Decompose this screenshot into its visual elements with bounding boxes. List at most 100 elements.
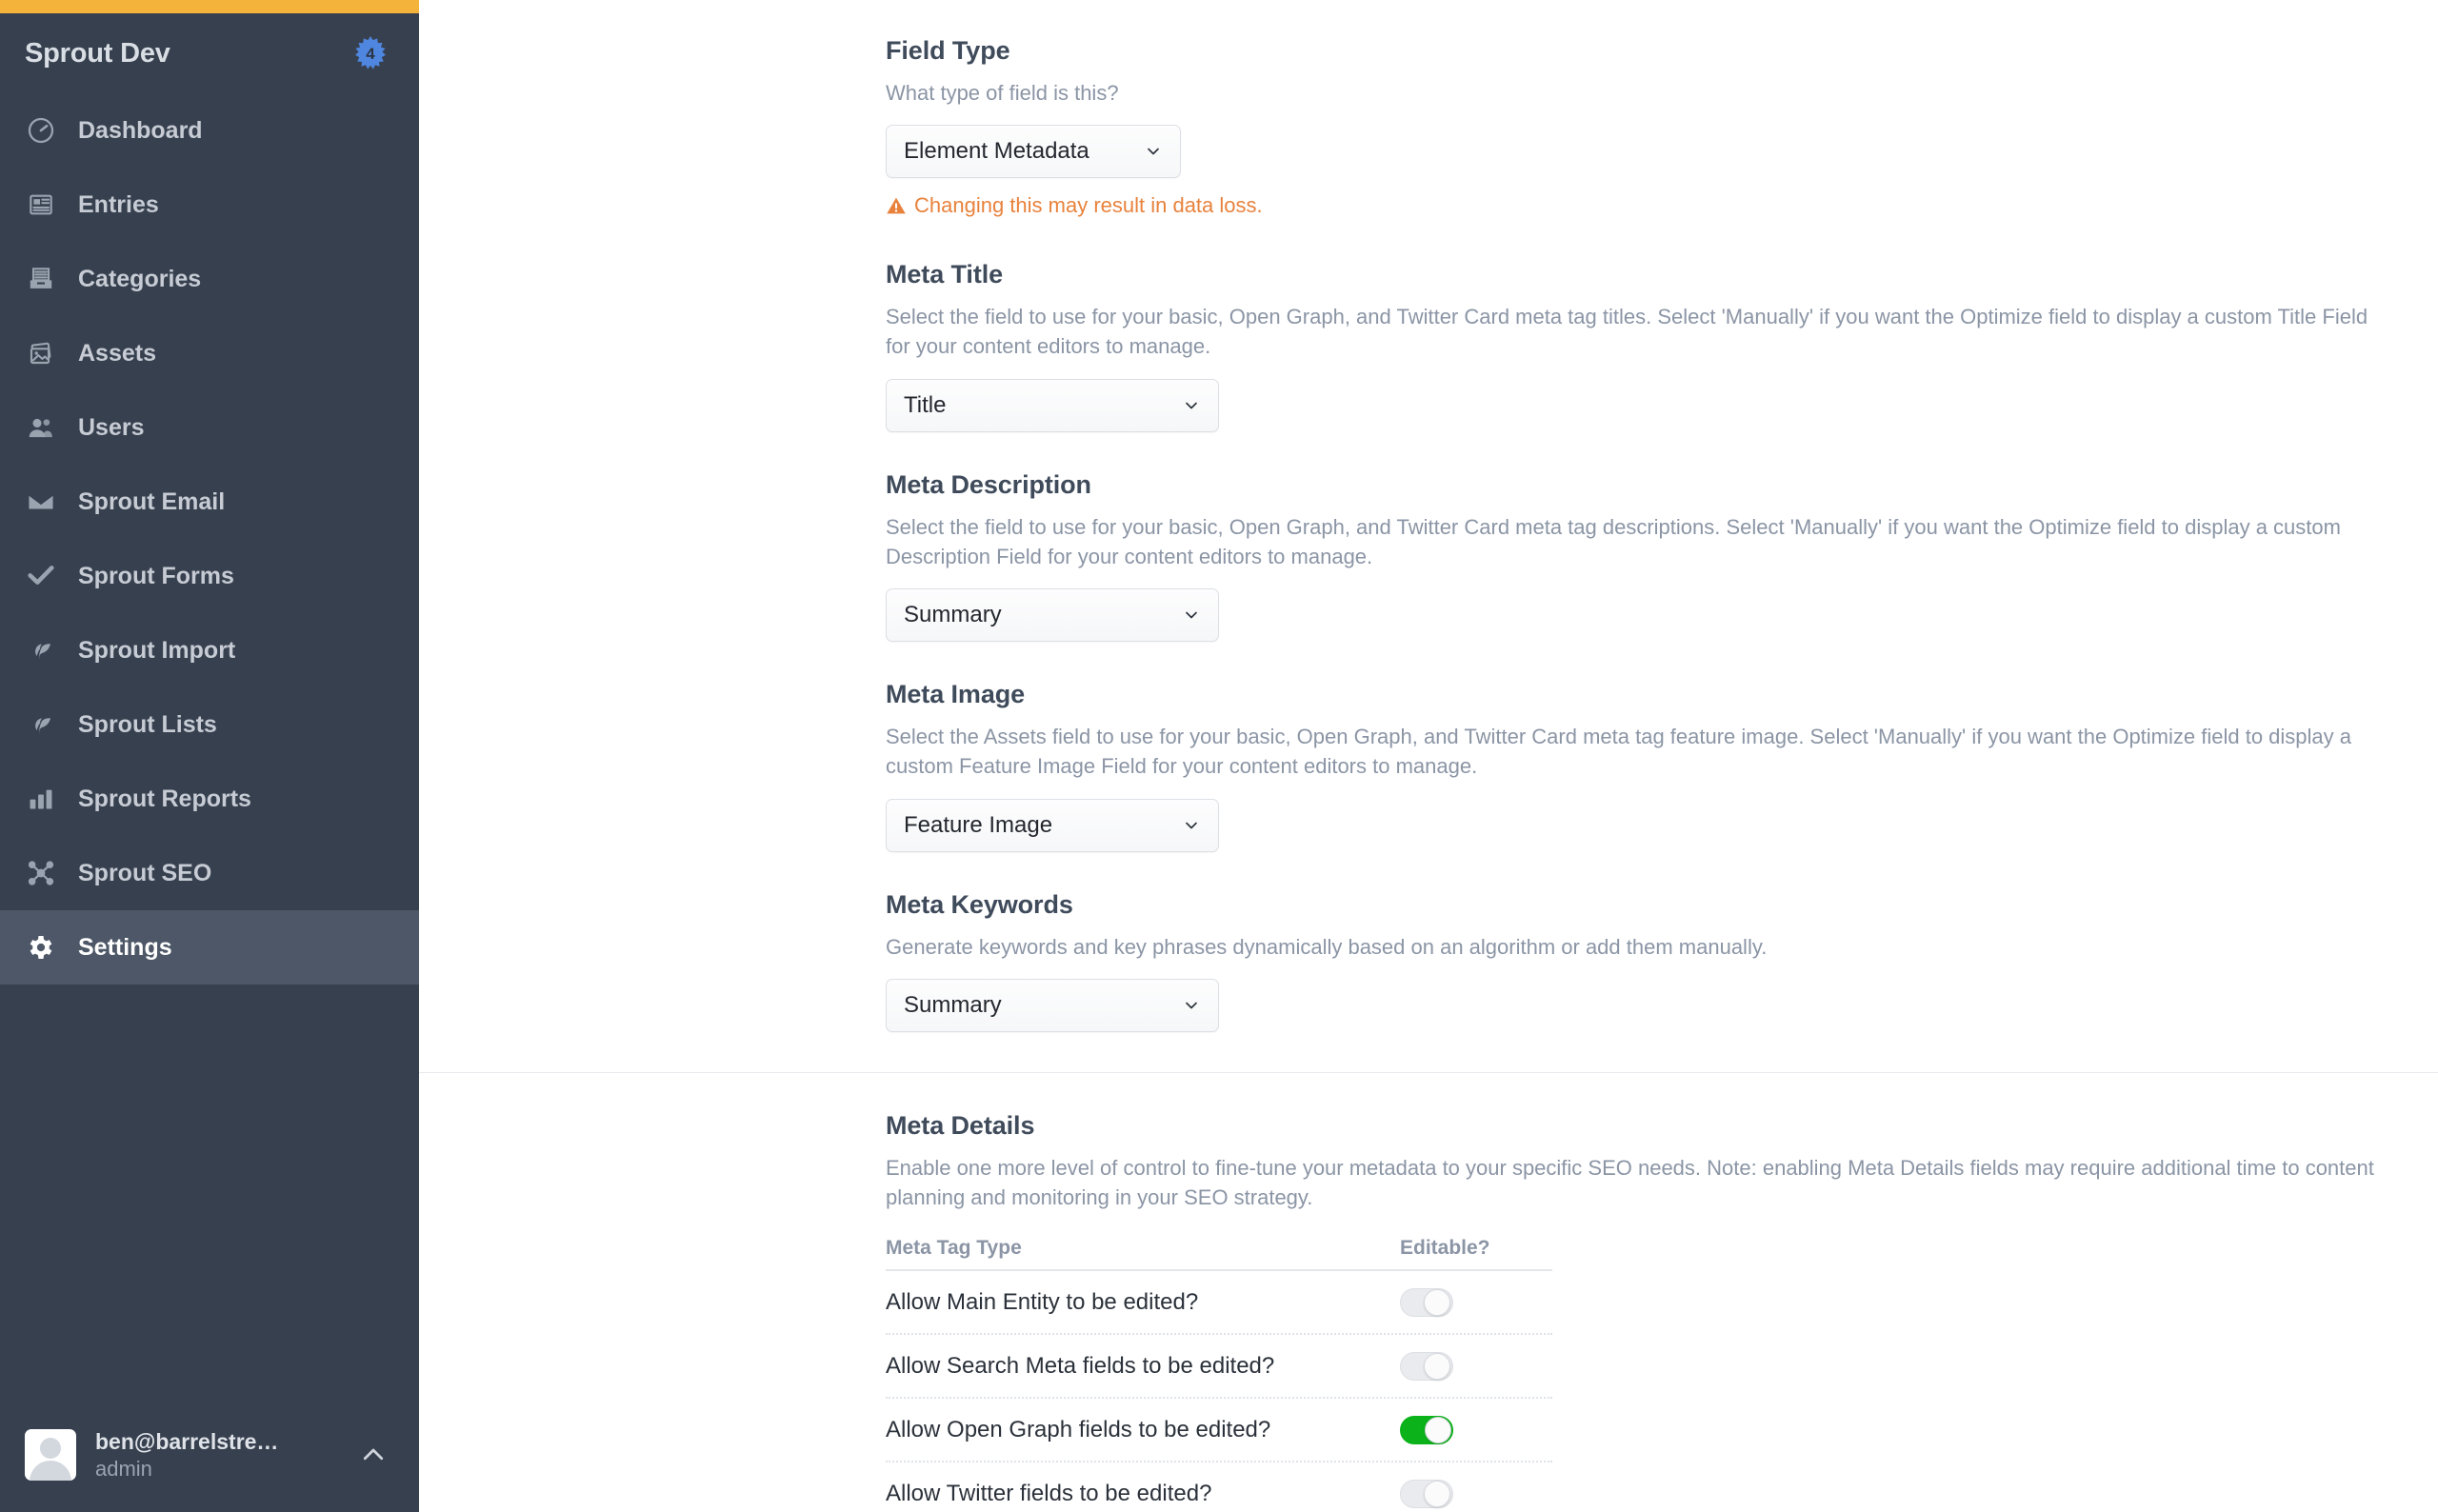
field-type-warning: Changing this may result in data loss. (886, 193, 2381, 218)
user-email: ben@barrelstre… (95, 1428, 279, 1454)
sidebar-item-label: Categories (78, 265, 202, 292)
meta-image-select[interactable]: Feature Image (886, 798, 1219, 852)
sidebar-item-label: Sprout Email (78, 487, 226, 515)
meta-image-desc: Select the Assets field to use for your … (886, 725, 2352, 779)
table-row: Allow Main Entity to be edited? (886, 1271, 1552, 1336)
sprout-leaf-icon (25, 634, 57, 666)
meta-title-heading: Meta Title (886, 260, 1004, 289)
main-content: Field Type What type of field is this? E… (419, 0, 2438, 1512)
field-type-desc: What type of field is this? (886, 81, 1119, 105)
meta-title-section: Meta Title Select the field to use for y… (419, 218, 2438, 432)
gear-icon (25, 931, 57, 964)
sidebar-item-label: Sprout Forms (78, 562, 234, 589)
meta-detail-label: Allow Search Meta fields to be edited? (886, 1352, 1275, 1379)
column-header-meta-tag-type: Meta Tag Type (886, 1237, 1022, 1260)
table-row: Allow Twitter fields to be edited? (886, 1462, 1552, 1512)
gauge-icon (25, 114, 57, 147)
meta-details-desc: Enable one more level of control to fine… (886, 1155, 2374, 1210)
sidebar-item-entries[interactable]: Entries (0, 168, 419, 242)
meta-image-heading: Meta Image (886, 680, 1026, 709)
column-header-editable: Editable? (1400, 1237, 1490, 1260)
file-tray-icon (25, 263, 57, 295)
svg-text:4: 4 (366, 45, 375, 63)
chevron-down-icon (1182, 606, 1201, 625)
sidebar-item-sprout-seo[interactable]: Sprout SEO (0, 836, 419, 910)
toggle-knob (1424, 1480, 1450, 1507)
sidebar-item-label: Sprout Import (78, 636, 236, 664)
sidebar-item-label: Sprout Reports (78, 785, 251, 812)
toggle-knob (1424, 1352, 1450, 1380)
check-icon (25, 560, 57, 592)
sidebar-item-label: Dashboard (78, 116, 203, 144)
editable-toggle[interactable] (1400, 1287, 1453, 1317)
meta-description-section: Meta Description Select the field to use… (419, 432, 2438, 643)
sidebar-nav: Dashboard Entries Categories Assets Users Spr… (0, 93, 419, 1398)
meta-detail-label: Allow Open Graph fields to be edited? (886, 1416, 1271, 1442)
sidebar-item-label: Settings (78, 933, 172, 961)
sidebar-item-label: Users (78, 413, 145, 441)
construction-stripe-banner (0, 0, 419, 13)
meta-detail-label: Allow Twitter fields to be edited? (886, 1480, 1212, 1506)
field-type-section: Field Type What type of field is this? E… (419, 0, 2438, 218)
envelope-icon (25, 486, 57, 518)
sidebar-item-label: Entries (78, 190, 159, 218)
meta-image-select-value: Feature Image (904, 811, 1053, 838)
user-account-footer[interactable]: ben@barrelstre… admin (0, 1398, 419, 1512)
sidebar-item-categories[interactable]: Categories (0, 242, 419, 316)
meta-keywords-select[interactable]: Summary (886, 978, 1219, 1032)
chevron-up-icon[interactable] (356, 1438, 390, 1472)
meta-image-section: Meta Image Select the Assets field to us… (419, 642, 2438, 852)
update-badge[interactable]: 4 (352, 35, 389, 71)
avatar (25, 1429, 76, 1481)
meta-details-heading: Meta Details (886, 1110, 1035, 1140)
sidebar-item-assets[interactable]: Assets (0, 316, 419, 390)
brand-title: Sprout Dev (25, 37, 170, 69)
meta-title-select[interactable]: Title (886, 378, 1219, 432)
sidebar-item-label: Sprout Lists (78, 710, 217, 738)
sprout-leaf-icon (25, 708, 57, 741)
editable-toggle[interactable] (1400, 1351, 1453, 1381)
meta-detail-toggle-cell (1400, 1287, 1552, 1317)
chevron-down-icon (1182, 816, 1201, 835)
brand-header: Sprout Dev 4 (0, 13, 419, 93)
meta-details-section: Meta Details Enable one more level of co… (419, 1073, 2438, 1512)
chevron-down-icon (1182, 396, 1201, 415)
meta-description-select[interactable]: Summary (886, 588, 1219, 643)
chevron-down-icon (1182, 996, 1201, 1015)
meta-keywords-desc: Generate keywords and key phrases dynami… (886, 934, 1768, 959)
bar-chart-icon (25, 783, 57, 815)
table-row: Allow Open Graph fields to be edited? (886, 1399, 1552, 1463)
sidebar-item-sprout-lists[interactable]: Sprout Lists (0, 687, 419, 762)
sidebar-item-sprout-forms[interactable]: Sprout Forms (0, 539, 419, 613)
meta-detail-toggle-cell (1400, 1351, 1552, 1381)
sidebar-item-label: Sprout SEO (78, 859, 212, 886)
field-type-select[interactable]: Element Metadata (886, 125, 1181, 179)
meta-description-select-value: Summary (904, 602, 1002, 628)
field-type-select-value: Element Metadata (904, 138, 1089, 165)
meta-description-desc: Select the field to use for your basic, … (886, 514, 2341, 568)
newspaper-icon (25, 189, 57, 221)
sidebar-item-sprout-email[interactable]: Sprout Email (0, 465, 419, 539)
sidebar: Sprout Dev 4 Dashboard Entries Categories A… (0, 0, 419, 1512)
photos-icon (25, 337, 57, 369)
sidebar-item-sprout-reports[interactable]: Sprout Reports (0, 762, 419, 836)
table-row: Allow Search Meta fields to be edited? (886, 1335, 1552, 1400)
app-root: Sprout Dev 4 Dashboard Entries Categories A… (0, 0, 2438, 1512)
meta-keywords-select-value: Summary (904, 991, 1002, 1018)
sidebar-item-dashboard[interactable]: Dashboard (0, 93, 419, 168)
toggle-knob (1425, 1416, 1451, 1443)
toggle-knob (1424, 1288, 1450, 1316)
sidebar-item-settings[interactable]: Settings (0, 910, 419, 985)
user-role: admin (95, 1456, 152, 1481)
meta-title-desc: Select the field to use for your basic, … (886, 305, 2368, 359)
editable-toggle[interactable] (1400, 1479, 1453, 1508)
sidebar-item-label: Assets (78, 339, 156, 367)
meta-title-select-value: Title (904, 391, 947, 418)
meta-detail-toggle-cell (1400, 1479, 1552, 1508)
network-icon (25, 857, 57, 889)
meta-description-heading: Meta Description (886, 469, 1091, 499)
chevron-down-icon (1144, 142, 1163, 161)
sidebar-item-sprout-import[interactable]: Sprout Import (0, 613, 419, 687)
sidebar-item-users[interactable]: Users (0, 390, 419, 465)
editable-toggle[interactable] (1400, 1415, 1453, 1444)
